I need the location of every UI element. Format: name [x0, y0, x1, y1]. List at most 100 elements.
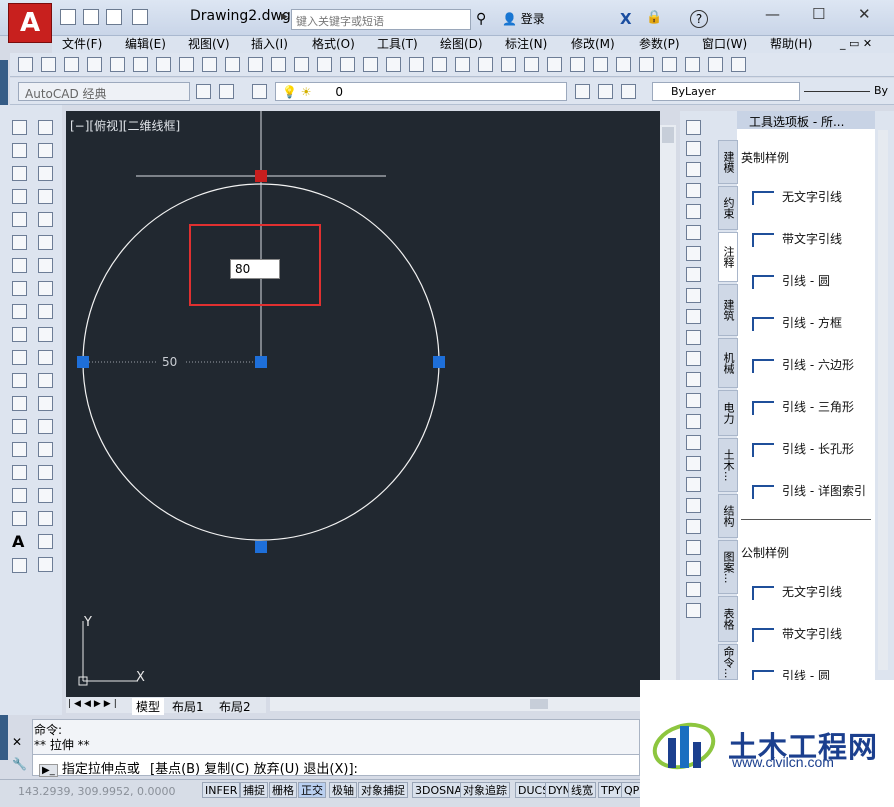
workspace-settings-icon[interactable] [196, 84, 211, 99]
menu-dimension[interactable]: 标注(N) [505, 36, 547, 53]
menu-edit[interactable]: 编辑(E) [125, 36, 166, 53]
radius-dim-icon[interactable] [38, 212, 53, 227]
new-file-icon[interactable] [60, 9, 76, 25]
menu-parameters[interactable]: 参数(P) [639, 36, 680, 53]
pan-icon-2[interactable] [731, 57, 746, 72]
mirror-icon[interactable] [686, 162, 701, 177]
palette-tab-civil[interactable]: 土木... [718, 438, 738, 492]
calculator-icon[interactable] [409, 57, 424, 72]
explode-icon[interactable] [686, 477, 701, 492]
hatch-back-icon[interactable] [686, 603, 701, 618]
tool-palette-title[interactable]: 工具选项板 - 所... [737, 111, 875, 129]
add-selected-icon[interactable] [12, 558, 27, 573]
search-expand-icon[interactable]: ▶ [281, 12, 288, 22]
tolerance-icon[interactable] [38, 419, 53, 434]
autocad-logo-icon[interactable]: A [8, 3, 52, 43]
print-icon[interactable] [87, 57, 102, 72]
coordinates-readout[interactable]: 143.2939, 309.9952, 0.0000 [18, 785, 175, 798]
undo-tool-icon[interactable] [225, 57, 240, 72]
palette-item-leader-box[interactable]: 引线 - 方框 [752, 314, 842, 331]
save-file-icon[interactable] [106, 9, 122, 25]
menu-modify[interactable]: 修改(M) [571, 36, 615, 53]
table-icon[interactable] [12, 511, 27, 526]
continue-dim-icon[interactable] [38, 350, 53, 365]
move-icon[interactable] [686, 225, 701, 240]
horizontal-scroll-thumb[interactable] [530, 699, 548, 709]
properties-icon[interactable] [294, 57, 309, 72]
grip-center[interactable] [255, 356, 267, 368]
match-properties-icon[interactable] [179, 57, 194, 72]
undo-icon-2[interactable] [685, 57, 700, 72]
stretch-icon[interactable] [686, 288, 701, 303]
layer-previous-icon[interactable] [598, 84, 613, 99]
sheet-set-icon[interactable] [363, 57, 378, 72]
palette-tab-modeling[interactable]: 建模 [718, 140, 738, 184]
space-dim-icon[interactable] [38, 373, 53, 388]
multiline-text-icon[interactable]: A [12, 534, 28, 550]
fillet-icon[interactable] [686, 435, 701, 450]
paste-icon[interactable] [616, 57, 631, 72]
break-point-icon[interactable] [686, 351, 701, 366]
vertical-scrollbar[interactable] [660, 125, 676, 697]
gradient-icon[interactable] [12, 465, 27, 480]
menu-tools[interactable]: 工具(T) [377, 36, 418, 53]
trim-icon[interactable] [686, 309, 701, 324]
design-center-icon[interactable] [317, 57, 332, 72]
inspect-icon[interactable] [38, 465, 53, 480]
new-icon-2[interactable] [432, 57, 447, 72]
ellipse-icon[interactable] [12, 327, 27, 342]
offset-icon[interactable] [686, 183, 701, 198]
text-front-icon[interactable] [686, 582, 701, 597]
join-icon[interactable] [686, 393, 701, 408]
dim-text-edit-icon[interactable] [38, 534, 53, 549]
quick-dim-icon[interactable] [38, 304, 53, 319]
close-icon[interactable]: ✕ [858, 5, 871, 23]
copy-object-icon[interactable] [686, 141, 701, 156]
publish-icon[interactable] [156, 57, 171, 72]
linetype-select[interactable]: By [874, 84, 888, 97]
doc-window-controls[interactable]: _ ▭ ✕ [840, 37, 872, 50]
draworder-above-icon[interactable] [686, 540, 701, 555]
layer-select[interactable]: 💡 ☀ 0 [275, 82, 567, 101]
vertical-scroll-thumb[interactable] [662, 127, 674, 143]
rectangle-icon[interactable] [12, 212, 27, 227]
status-snap[interactable]: 捕捉 [240, 782, 268, 798]
login-link[interactable]: 👤 登录 [502, 10, 545, 27]
palette-item-metric-leader-no-text[interactable]: 无文字引线 [752, 583, 842, 600]
make-current-layer-icon[interactable] [575, 84, 590, 99]
insert-block-icon[interactable] [12, 373, 27, 388]
pan-icon[interactable] [271, 57, 286, 72]
menu-insert[interactable]: 插入(I) [251, 36, 288, 53]
undo-icon[interactable] [132, 9, 148, 25]
hatch-icon[interactable] [12, 442, 27, 457]
palette-tab-mechanical[interactable]: 机械 [718, 338, 738, 388]
point-icon[interactable] [12, 419, 27, 434]
palette-tab-constraints[interactable]: 约束 [718, 186, 738, 230]
palette-tab-architectural[interactable]: 建筑 [718, 284, 738, 336]
workspace-select[interactable]: AutoCAD 经典 [18, 82, 190, 101]
ordinate-dim-icon[interactable] [38, 189, 53, 204]
save-icon[interactable] [64, 57, 79, 72]
tab-layout2[interactable]: 布局2 [219, 698, 251, 715]
menu-file[interactable]: 文件(F) [62, 36, 102, 53]
open-icon[interactable] [41, 57, 56, 72]
brush-icon-2[interactable] [662, 57, 677, 72]
menu-window[interactable]: 窗口(W) [702, 36, 747, 53]
status-osnap[interactable]: 对象捕捉 [358, 782, 408, 798]
status-infer[interactable]: INFER [202, 782, 241, 798]
command-input[interactable]: ▶_ 指定拉伸点或 [基点(B) 复制(C) 放弃(U) 退出(X)]: [32, 754, 640, 777]
menu-format[interactable]: 格式(O) [312, 36, 355, 53]
linear-dim-icon[interactable] [38, 120, 53, 135]
maximize-icon[interactable]: ☐ [812, 5, 825, 23]
tab-layout1[interactable]: 布局1 [172, 698, 204, 715]
status-ortho[interactable]: 正交 [298, 782, 326, 798]
palette-tab-hatch[interactable]: 图案... [718, 540, 738, 594]
grip-top-hot[interactable] [255, 170, 267, 182]
save-icon-2[interactable] [478, 57, 493, 72]
plot-icon[interactable] [133, 57, 148, 72]
palette-scrollbar[interactable] [878, 130, 888, 670]
polygon-icon[interactable] [12, 189, 27, 204]
construction-line-icon[interactable] [12, 143, 27, 158]
palette-item-metric-leader-text[interactable]: 带文字引线 [752, 625, 842, 642]
menu-draw[interactable]: 绘图(D) [440, 36, 483, 53]
